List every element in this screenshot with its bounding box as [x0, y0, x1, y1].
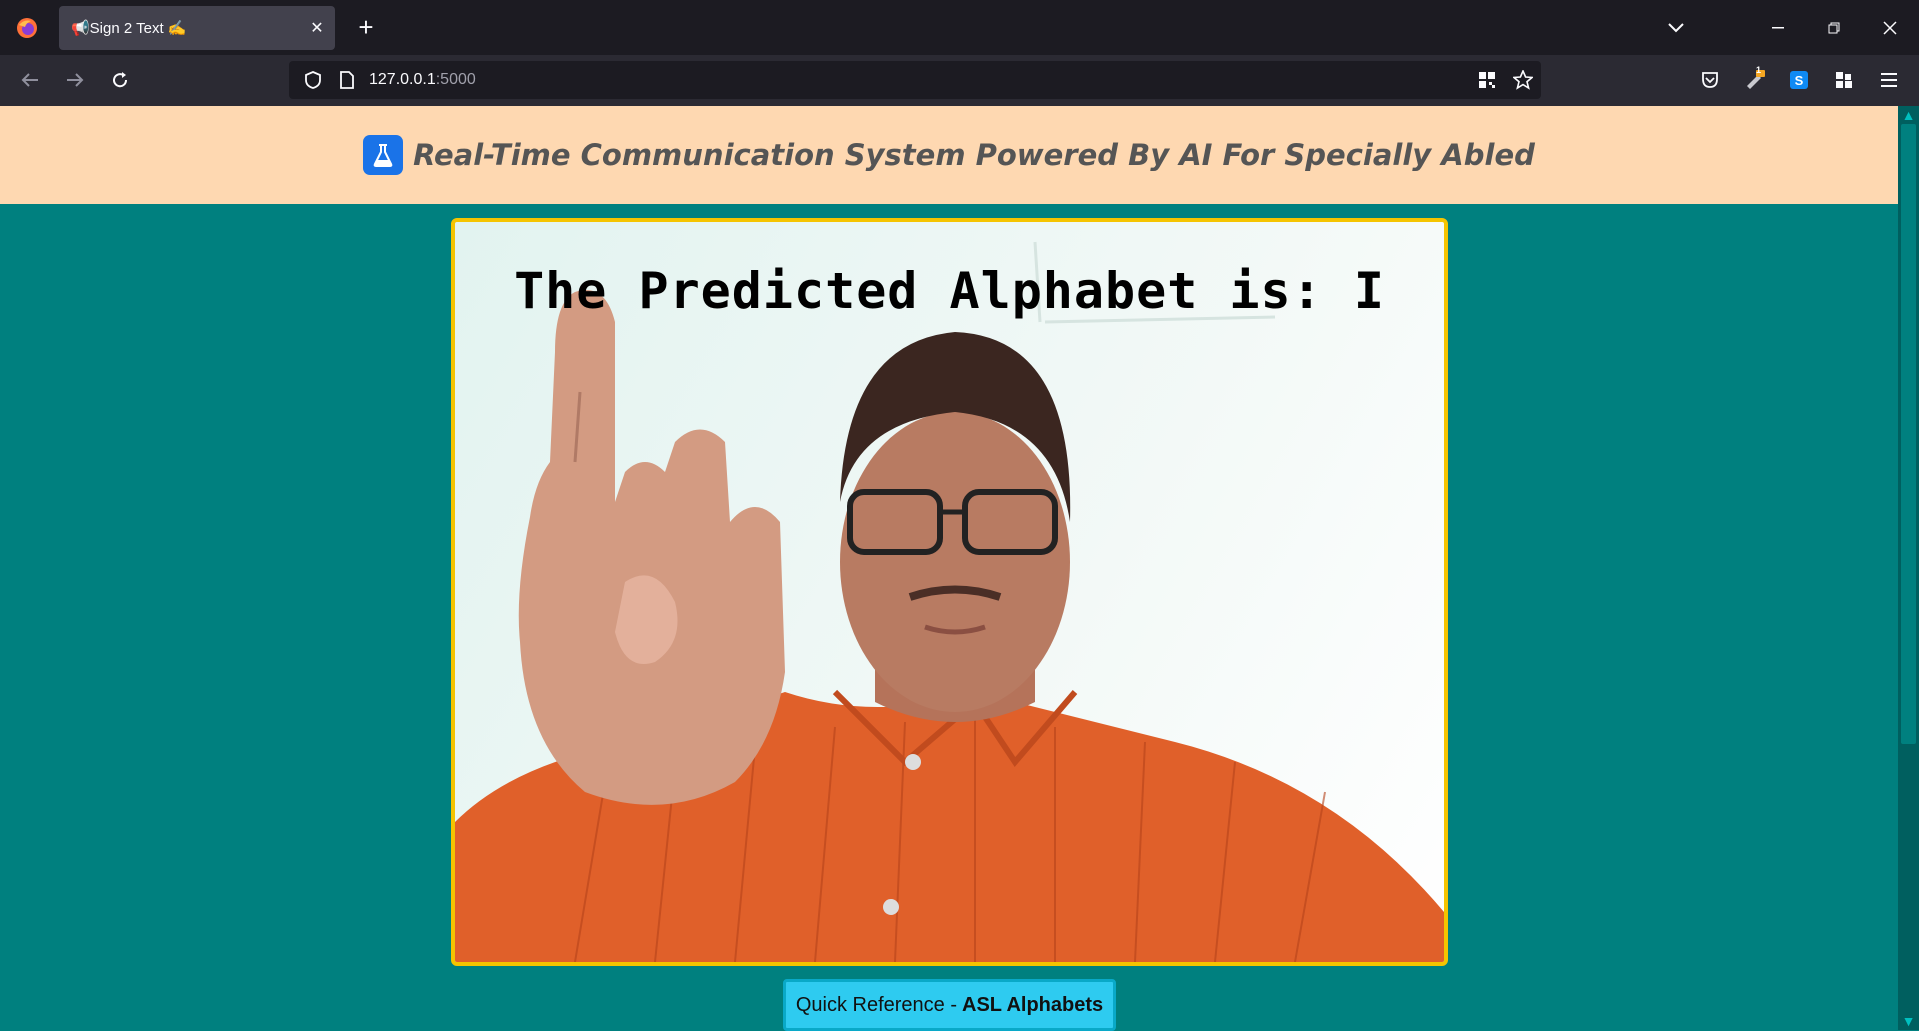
scroll-thumb[interactable]	[1901, 124, 1916, 744]
svg-text:S: S	[1795, 73, 1804, 88]
tab-list-icon[interactable]	[1648, 0, 1704, 55]
firefox-icon[interactable]	[0, 0, 54, 55]
restore-icon[interactable]	[1806, 0, 1862, 55]
url-port: :5000	[435, 71, 476, 88]
webcam-image	[455, 241, 1444, 962]
reference-button-bold: ASL Alphabets	[962, 993, 1104, 1016]
menu-icon[interactable]	[1871, 62, 1907, 98]
minimize-icon[interactable]	[1750, 0, 1806, 55]
scroll-down-icon[interactable]: ▼	[1898, 1012, 1919, 1030]
prediction-text: The Predicted Alphabet is: I	[514, 262, 1385, 320]
page-icon[interactable]	[335, 71, 359, 89]
close-window-icon[interactable]	[1862, 0, 1918, 55]
qr-code-icon[interactable]	[1469, 62, 1505, 98]
page-title: Real-Time Communication System Powered B…	[413, 138, 1535, 172]
page-scrollbar[interactable]: ▲ ▼	[1898, 106, 1919, 1030]
url-bar[interactable]: 127.0.0.1:5000	[289, 61, 1541, 99]
header-banner: Real-Time Communication System Powered B…	[0, 106, 1898, 204]
back-icon[interactable]	[12, 62, 48, 98]
apps-icon[interactable]	[1826, 62, 1862, 98]
page-content: Real-Time Communication System Powered B…	[0, 106, 1898, 1031]
reload-icon[interactable]	[102, 62, 138, 98]
quick-reference-button[interactable]: Quick Reference - ASL Alphabets	[783, 979, 1116, 1031]
active-tab[interactable]: 📢Sign 2 Text ✍ ✕	[59, 6, 335, 50]
url-host: 127.0.0.1	[369, 71, 436, 88]
reference-button-prefix: Quick Reference -	[795, 993, 958, 1016]
close-tab-icon[interactable]: ✕	[299, 18, 335, 38]
extension-badge: 1	[1756, 65, 1762, 75]
forward-icon[interactable]	[57, 62, 93, 98]
shield-icon[interactable]	[299, 71, 327, 89]
tab-title: 📢Sign 2 Text ✍	[71, 20, 187, 37]
skype-icon[interactable]: S	[1781, 62, 1817, 98]
flask-icon	[363, 135, 404, 175]
url-text: 127.0.0.1:5000	[369, 71, 476, 89]
pocket-icon[interactable]	[1692, 62, 1728, 98]
new-tab-button[interactable]: +	[348, 9, 384, 45]
scroll-up-icon[interactable]: ▲	[1898, 106, 1919, 124]
extension-icon[interactable]: 1	[1737, 62, 1773, 98]
webcam-feed: The Predicted Alphabet is: I	[451, 218, 1448, 966]
star-icon[interactable]	[1505, 62, 1541, 98]
